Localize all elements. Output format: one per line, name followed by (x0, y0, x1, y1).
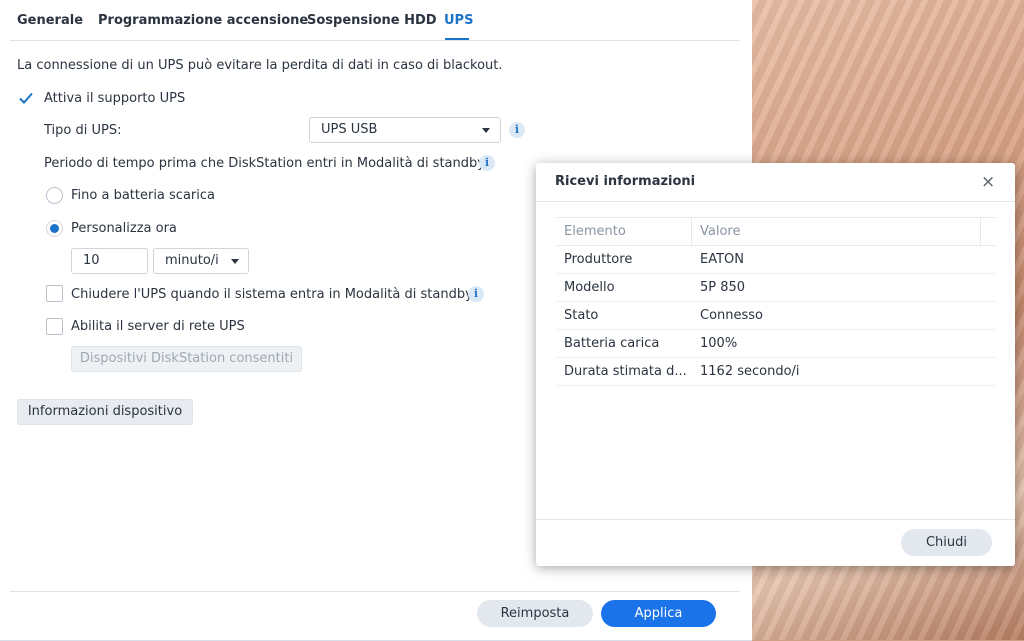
checkmark-icon (19, 92, 33, 104)
apply-button[interactable]: Applica (601, 600, 716, 627)
tab-ups[interactable]: UPS (444, 13, 473, 28)
enable-ups-label: Attiva il supporto UPS (44, 91, 186, 106)
info-grid: Elemento Valore Produttore EATON Modello… (556, 217, 996, 386)
time-value-input[interactable]: 10 (71, 248, 148, 274)
row-value: Connesso (700, 308, 764, 323)
table-row[interactable]: Produttore EATON (556, 246, 996, 274)
ups-type-select[interactable]: UPS USB (309, 117, 501, 143)
table-row[interactable]: Stato Connesso (556, 302, 996, 330)
network-server-checkbox[interactable] (46, 318, 63, 335)
time-unit-select[interactable]: minuto/i (153, 248, 249, 274)
row-element: Produttore (564, 252, 633, 267)
tab-bar: Generale Programmazione accensione Sospe… (0, 0, 740, 40)
row-value: 5P 850 (700, 280, 746, 295)
shutdown-ups-checkbox[interactable] (46, 285, 63, 302)
row-value: 1162 secondo/i (700, 364, 800, 379)
dialog-footer-divider (536, 519, 1015, 520)
info-icon[interactable]: i (479, 155, 495, 171)
reset-button[interactable]: Reimposta (477, 600, 593, 627)
close-icon[interactable]: × (981, 172, 995, 192)
intro-text: La connessione di un UPS può evitare la … (17, 58, 503, 73)
row-element: Stato (564, 308, 599, 323)
dialog-header-divider (536, 201, 1015, 202)
table-row[interactable]: Batteria carica 100% (556, 330, 996, 358)
enable-ups-checkbox[interactable] (18, 90, 33, 105)
close-button[interactable]: Chiudi (901, 529, 992, 556)
row-element: Batteria carica (564, 336, 660, 351)
radio-until-low-battery-label: Fino a batteria scarica (71, 188, 215, 203)
grid-header: Elemento Valore (556, 217, 996, 246)
ups-type-value: UPS USB (321, 122, 378, 137)
row-element: Modello (564, 280, 615, 295)
info-icon[interactable]: i (468, 286, 484, 302)
network-server-label: Abilita il server di rete UPS (71, 319, 245, 334)
column-separator (980, 218, 981, 245)
allowed-devices-button[interactable]: Dispositivi DiskStation consentiti (71, 346, 302, 372)
shutdown-ups-label: Chiudere l'UPS quando il sistema entra i… (71, 287, 476, 302)
table-row[interactable]: Modello 5P 850 (556, 274, 996, 302)
column-header-elemento[interactable]: Elemento (564, 224, 626, 239)
column-header-valore[interactable]: Valore (700, 224, 740, 239)
column-separator (691, 218, 692, 245)
ups-type-label: Tipo di UPS: (44, 123, 122, 138)
device-info-button[interactable]: Informazioni dispositivo (17, 399, 193, 425)
row-element: Durata stimata d... (564, 364, 687, 379)
chevron-down-icon (231, 259, 239, 264)
dialog-title: Ricevi informazioni (555, 174, 696, 189)
row-value: 100% (700, 336, 738, 351)
time-unit-value: minuto/i (165, 253, 219, 268)
row-value: EATON (700, 252, 744, 267)
device-info-dialog: Ricevi informazioni × Elemento Valore Pr… (536, 163, 1015, 566)
info-icon[interactable]: i (509, 122, 525, 138)
table-row[interactable]: Durata stimata d... 1162 secondo/i (556, 358, 996, 386)
tab-sospensione-hdd[interactable]: Sospensione HDD (307, 13, 437, 28)
chevron-down-icon (482, 128, 490, 133)
tab-programmazione-accensione[interactable]: Programmazione accensione (98, 13, 308, 28)
radio-custom-time[interactable] (46, 220, 63, 237)
radio-custom-time-label: Personalizza ora (71, 221, 177, 236)
tab-divider (10, 40, 740, 41)
standby-period-label: Periodo di tempo prima che DiskStation e… (44, 156, 488, 171)
tab-generale[interactable]: Generale (17, 13, 83, 28)
footer-divider (10, 591, 740, 592)
radio-until-low-battery[interactable] (46, 187, 63, 204)
